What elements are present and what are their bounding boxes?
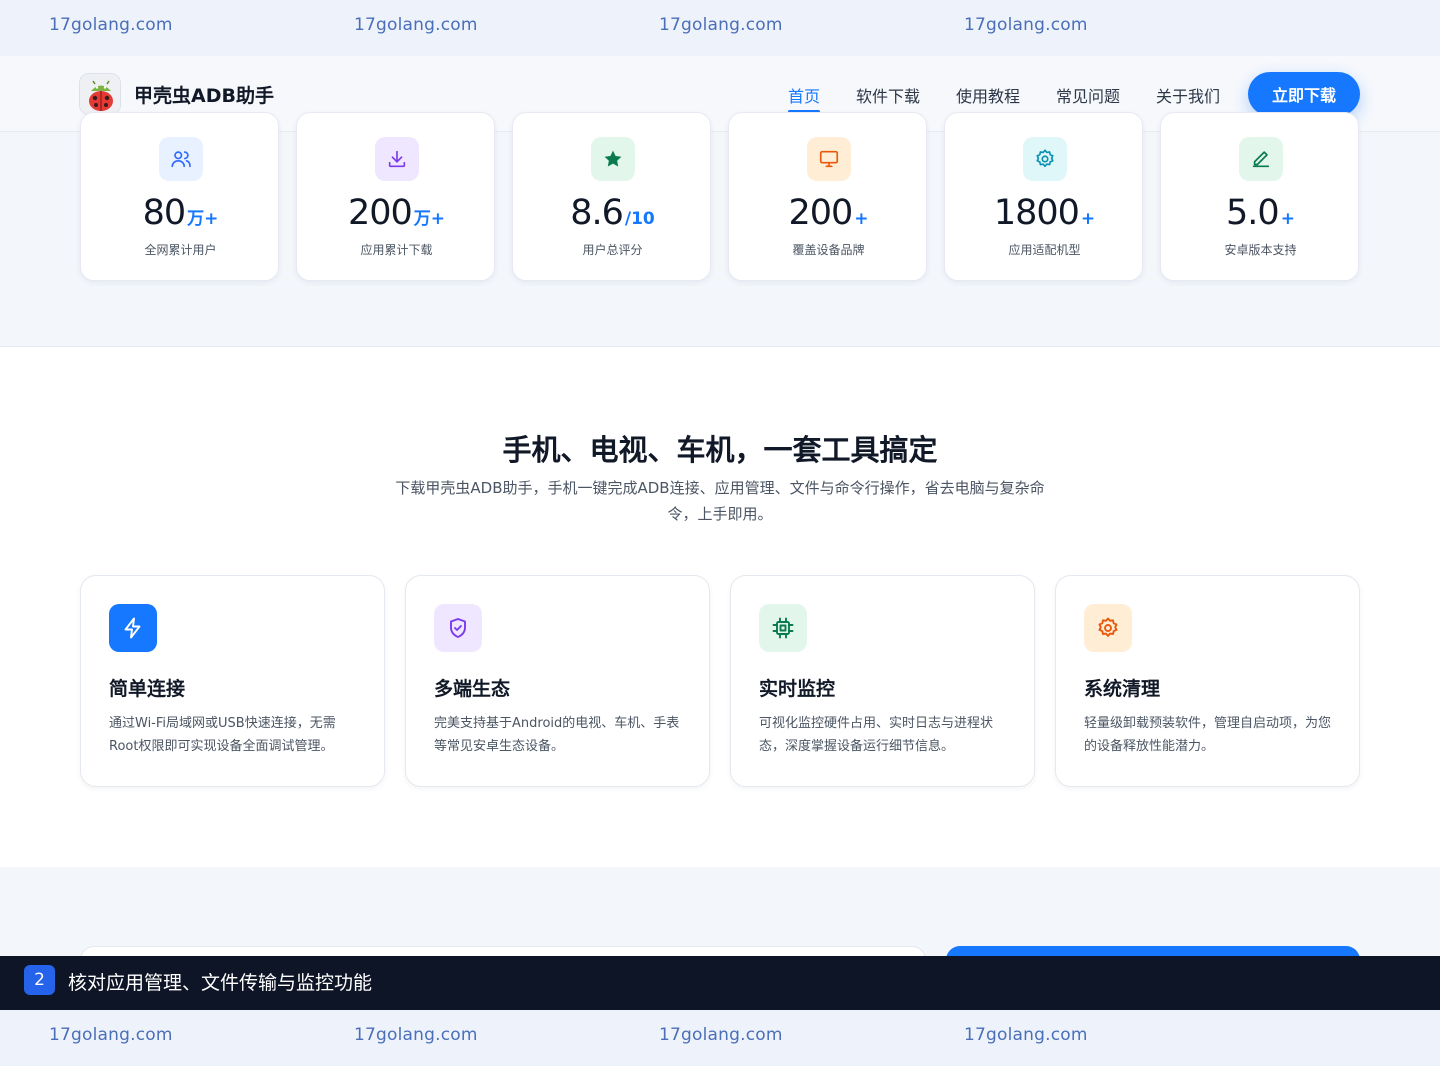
download-icon <box>375 137 419 181</box>
watermark-bar-top: 17golang.com 17golang.com 17golang.com 1… <box>0 0 1440 56</box>
edit-icon <box>1239 137 1283 181</box>
feature-card-connect[interactable]: 简单连接 通过Wi-Fi局域网或USB快速连接，无需Root权限即可实现设备全面… <box>80 575 385 787</box>
stat-card-android: 5.0 + 安卓版本支持 <box>1160 112 1359 281</box>
feature-description: 轻量级卸载预装软件，管理自启动项，为您的设备释放性能潜力。 <box>1084 716 1332 754</box>
stat-label: 应用累计下载 <box>360 243 433 257</box>
nav-link-tutorial[interactable]: 使用教程 <box>956 83 1020 107</box>
features-section: 手机、电视、车机，一套工具搞定 下载甲壳虫ADB助手，手机一键完成ADB连接、应… <box>0 347 1440 867</box>
nav-link-home[interactable]: 首页 <box>788 83 820 107</box>
stat-label: 用户总评分 <box>582 243 643 257</box>
feature-title: 简单连接 <box>109 678 186 700</box>
nav-link-download[interactable]: 软件下载 <box>856 83 920 107</box>
section-subtitle: 下载甲壳虫ADB助手，手机一键完成ADB连接、应用管理、文件与命令行操作，省去电… <box>395 479 1045 523</box>
stat-label: 应用适配机型 <box>1008 243 1081 257</box>
stat-value: 1800 + <box>993 193 1096 233</box>
watermark-text: 17golang.com <box>354 1025 478 1045</box>
content-card <box>80 946 926 956</box>
section-title: 手机、电视、车机，一套工具搞定 <box>502 433 938 467</box>
stat-label: 覆盖设备品牌 <box>792 243 865 257</box>
nav-link-faq[interactable]: 常见问题 <box>1056 83 1120 107</box>
task-instruction-text: 核对应用管理、文件传输与监控功能 <box>68 972 373 994</box>
feature-title: 系统清理 <box>1084 678 1161 700</box>
stat-label: 全网累计用户 <box>144 243 217 257</box>
brand-name[interactable]: 甲壳虫ADB助手 <box>134 81 274 108</box>
stat-value: 80 万+ <box>142 193 219 233</box>
highlight-card <box>946 946 1360 956</box>
star-icon <box>591 137 635 181</box>
watermark-text: 17golang.com <box>659 1025 783 1045</box>
users-icon <box>159 137 203 181</box>
feature-card-ecosystem[interactable]: 多端生态 完美支持基于Android的电视、车机、手表等常见安卓生态设备。 <box>405 575 710 787</box>
watermark-text: 17golang.com <box>659 15 783 35</box>
feature-title: 多端生态 <box>434 678 511 700</box>
chip-icon <box>759 604 807 652</box>
feature-card-cleanup[interactable]: 系统清理 轻量级卸载预装软件，管理自启动项，为您的设备释放性能潜力。 <box>1055 575 1360 787</box>
download-now-button[interactable]: 立即下载 <box>1248 72 1360 116</box>
stat-card-downloads: 200 万+ 应用累计下载 <box>296 112 495 281</box>
stat-value: 8.6/10 <box>570 193 655 233</box>
watermark-bar-bottom: 17golang.com 17golang.com 17golang.com 1… <box>0 1010 1440 1066</box>
step-number-badge: 2 <box>24 965 55 995</box>
task-instruction-bar: 2 核对应用管理、文件传输与监控功能 <box>0 956 1440 1010</box>
stats-section: 80 万+ 全网累计用户 200 万+ 应用累计下载 8.6/10 用户总评分 20… <box>0 112 1440 347</box>
feature-description: 通过Wi-Fi局域网或USB快速连接，无需Root权限即可实现设备全面调试管理。 <box>109 716 336 754</box>
stat-card-models: 1800 + 应用适配机型 <box>944 112 1143 281</box>
stat-label: 安卓版本支持 <box>1224 243 1297 257</box>
stat-value: 200 万+ <box>347 193 446 233</box>
watermark-text: 17golang.com <box>49 1025 173 1045</box>
watermark-text: 17golang.com <box>354 15 478 35</box>
lightning-icon <box>109 604 157 652</box>
stat-card-rating: 8.6/10 用户总评分 <box>512 112 711 281</box>
settings-icon <box>1023 137 1067 181</box>
lower-section <box>0 867 1440 956</box>
stat-card-users: 80 万+ 全网累计用户 <box>80 112 279 281</box>
watermark-text: 17golang.com <box>964 15 1088 35</box>
stat-value: 5.0 + <box>1226 193 1295 233</box>
monitor-icon <box>807 137 851 181</box>
watermark-text: 17golang.com <box>964 1025 1088 1045</box>
gear-icon <box>1084 604 1132 652</box>
watermark-text: 17golang.com <box>49 15 173 35</box>
feature-description: 完美支持基于Android的电视、车机、手表等常见安卓生态设备。 <box>434 716 680 754</box>
shield-icon <box>434 604 482 652</box>
nav-link-about[interactable]: 关于我们 <box>1156 83 1220 107</box>
feature-title: 实时监控 <box>759 678 836 700</box>
feature-card-monitor[interactable]: 实时监控 可视化监控硬件占用、实时日志与进程状态，深度掌握设备运行细节信息。 <box>730 575 1035 787</box>
stat-card-brands: 200 + 覆盖设备品牌 <box>728 112 927 281</box>
app-logo[interactable] <box>79 73 121 115</box>
feature-description: 可视化监控硬件占用、实时日志与进程状态，深度掌握设备运行细节信息。 <box>759 716 994 754</box>
stat-value: 200 + <box>788 193 869 233</box>
